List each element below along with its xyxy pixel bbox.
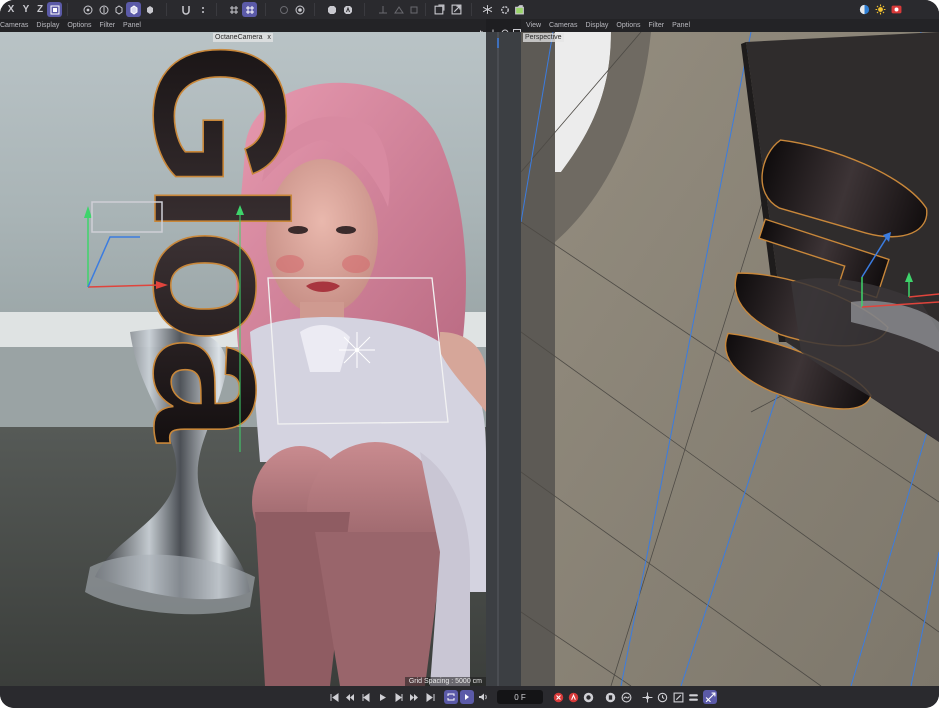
polygons-mode-icon[interactable] <box>142 2 157 17</box>
locked-axis-icon[interactable] <box>276 2 291 17</box>
render-region-icon[interactable] <box>292 2 307 17</box>
move-arrows-icon[interactable] <box>489 22 497 36</box>
left-viewport-menu: Cameras Display Options Filter Panel <box>0 19 486 32</box>
viewport-divider[interactable] <box>486 32 521 686</box>
hand-pan-icon[interactable] <box>477 22 485 36</box>
snap-settings-icon[interactable] <box>195 2 210 17</box>
right-viewport-menu: View Cameras Display Options Filter Pane… <box>521 19 939 32</box>
axis-x-button[interactable]: X <box>5 2 17 17</box>
auto-key-icon[interactable] <box>340 2 355 17</box>
viewport-nav-icons <box>477 19 521 37</box>
menu-options[interactable]: Options <box>616 22 640 29</box>
cinema4d-window: X Y Z Cameras Display Options Filter Pan… <box>0 0 939 708</box>
left-viewport[interactable]: Gloa OctaneCamera x Grid Spacing: 5000 … <box>0 32 486 686</box>
square-guide-icon[interactable] <box>406 2 421 17</box>
right-viewport[interactable]: Perspective <box>521 32 939 686</box>
play-button-icon[interactable] <box>375 690 389 704</box>
triangle-guide-icon[interactable] <box>391 2 406 17</box>
grid-snap-icon[interactable] <box>226 2 241 17</box>
octane-settings-icon[interactable] <box>497 2 512 17</box>
octane-camera-tag[interactable]: OctaneCamera x <box>213 33 273 42</box>
sun-light-icon[interactable] <box>873 2 888 17</box>
autokeying-icon[interactable] <box>566 690 580 704</box>
camera-tag-close-icon[interactable]: x <box>267 34 271 41</box>
keyframe-selection-icon[interactable] <box>581 690 595 704</box>
playback-rate-icon[interactable] <box>460 690 474 704</box>
maximize-view-icon[interactable] <box>513 22 521 37</box>
model-mode-icon[interactable] <box>80 2 95 17</box>
points-mode-icon[interactable] <box>111 2 126 17</box>
previous-keyframe-icon[interactable] <box>343 690 357 704</box>
axis-z-button[interactable]: Z <box>34 2 46 17</box>
render-picture-viewer-icon[interactable] <box>449 2 464 17</box>
octane-camera-label: OctaneCamera <box>215 34 263 41</box>
go-to-start-icon[interactable] <box>327 690 341 704</box>
menu-view[interactable]: View <box>526 22 541 29</box>
gloa-3d-text[interactable]: Gloa <box>114 41 326 444</box>
previous-frame-icon[interactable] <box>359 690 373 704</box>
octane-live-viewer-icon[interactable] <box>480 2 495 17</box>
current-frame-field[interactable]: 0 F <box>497 690 543 704</box>
timeline-bar: 0 F <box>0 686 939 708</box>
grid-spacing-readout: Grid Spacing : 5000 cm <box>404 677 486 686</box>
sound-icon[interactable] <box>476 690 490 704</box>
rotate-tool-icon[interactable] <box>655 690 669 704</box>
record-camera-icon[interactable] <box>889 2 904 17</box>
menu-display[interactable]: Display <box>36 22 59 29</box>
motion-record-icon[interactable] <box>603 690 617 704</box>
point-level-animation-icon[interactable] <box>703 690 717 704</box>
menu-display[interactable]: Display <box>585 22 608 29</box>
menu-cameras[interactable]: Cameras <box>549 22 577 29</box>
menu-cameras[interactable]: Cameras <box>0 22 28 29</box>
coordinate-system-icon[interactable] <box>47 2 62 17</box>
perspective-scene <box>521 32 939 686</box>
next-frame-icon[interactable] <box>391 690 405 704</box>
perspective-label[interactable]: Perspective <box>523 33 564 42</box>
viewport-solo-icon[interactable] <box>857 2 872 17</box>
menu-panel[interactable]: Panel <box>672 22 690 29</box>
next-keyframe-icon[interactable] <box>407 690 421 704</box>
render-view-icon[interactable] <box>432 2 447 17</box>
interpolation-icon[interactable] <box>619 690 633 704</box>
texture-mode-icon[interactable] <box>96 2 111 17</box>
stop-sign-icon[interactable] <box>324 2 339 17</box>
menu-filter[interactable]: Filter <box>99 22 115 29</box>
axis-y-button[interactable]: Y <box>20 2 32 17</box>
record-active-objects-icon[interactable] <box>551 690 565 704</box>
workplane-icon[interactable] <box>242 2 257 17</box>
rotate-view-icon[interactable] <box>501 22 509 36</box>
loop-icon[interactable] <box>444 690 458 704</box>
menu-options[interactable]: Options <box>67 22 91 29</box>
svg-text:Gloa: Gloa <box>115 42 325 443</box>
go-to-end-icon[interactable] <box>423 690 437 704</box>
camera-render-scene: Gloa <box>0 32 486 686</box>
move-tool-icon[interactable] <box>640 690 654 704</box>
menu-panel[interactable]: Panel <box>123 22 141 29</box>
octane-material-icon[interactable] <box>512 2 527 17</box>
symmetry-icon[interactable] <box>375 2 390 17</box>
menu-filter[interactable]: Filter <box>649 22 665 29</box>
scale-tool-icon[interactable] <box>671 690 685 704</box>
edges-mode-icon[interactable] <box>126 2 141 17</box>
parameter-icon[interactable] <box>686 690 700 704</box>
top-toolbar: X Y Z <box>0 0 939 19</box>
magnet-icon[interactable] <box>178 2 193 17</box>
